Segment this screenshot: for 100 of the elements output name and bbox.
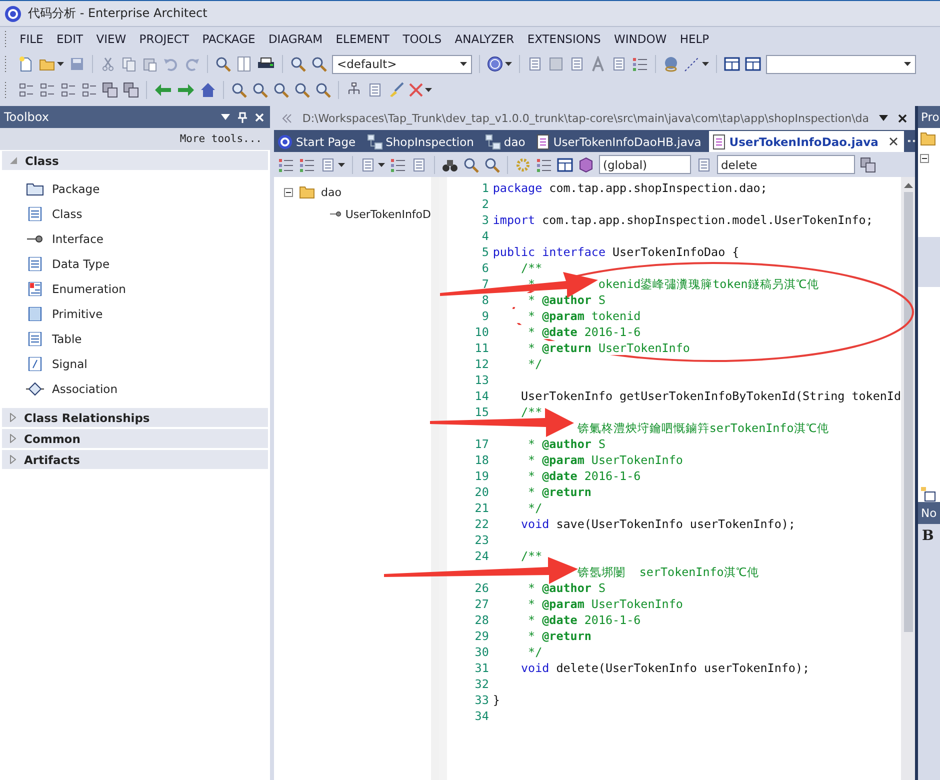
folder-icon[interactable] [920, 132, 936, 146]
scrollbar[interactable] [901, 177, 915, 780]
menu-item[interactable]: PACKAGE [196, 32, 262, 46]
document-icon[interactable] [411, 156, 427, 172]
toolbox-item[interactable]: Interface [26, 226, 270, 251]
align-icon[interactable] [39, 82, 55, 98]
arrow-left-icon[interactable] [154, 82, 172, 98]
magnifier-icon[interactable] [484, 156, 500, 172]
toolbox-item[interactable]: Table [26, 326, 270, 351]
copy-icon[interactable] [121, 56, 137, 72]
toolbox-item[interactable]: Signal [26, 351, 270, 376]
menu-item[interactable]: FILE [13, 32, 50, 46]
toolbox-item[interactable]: Data Type [26, 251, 270, 276]
menu-item[interactable]: EDIT [50, 32, 90, 46]
caret-icon[interactable] [425, 88, 432, 92]
align-icon[interactable] [60, 82, 76, 98]
caret-icon[interactable] [702, 62, 709, 66]
collapse-icon[interactable] [920, 154, 929, 163]
magnifier-icon[interactable] [215, 56, 231, 72]
list-icon[interactable] [632, 56, 648, 72]
dashed-line-icon[interactable] [684, 56, 700, 72]
document-icon[interactable] [569, 56, 585, 72]
caret-icon[interactable] [505, 62, 512, 66]
clipboard-icon[interactable] [142, 56, 158, 72]
menu-item[interactable]: TOOLS [396, 32, 448, 46]
align-icon[interactable] [18, 82, 34, 98]
profile-combo[interactable]: <default> [332, 54, 472, 74]
dropdown-icon[interactable] [221, 114, 230, 120]
menu-item[interactable]: EXTENSIONS [520, 32, 608, 46]
window-icon[interactable] [724, 56, 740, 72]
caret-icon[interactable] [338, 162, 345, 166]
help-icon[interactable] [487, 56, 503, 72]
pages-icon[interactable] [236, 56, 252, 72]
window-icon[interactable] [745, 56, 761, 72]
list-icon[interactable] [299, 156, 315, 172]
caret-icon[interactable] [57, 62, 64, 66]
document-icon[interactable] [611, 56, 627, 72]
toolbox-item[interactable]: Package [26, 176, 270, 201]
dropdown-field[interactable] [766, 54, 916, 74]
scrollbar[interactable] [918, 237, 940, 287]
group-header[interactable]: Class Relationships [2, 408, 268, 427]
caret-icon[interactable] [378, 162, 385, 166]
document-tab[interactable]: dao [482, 131, 532, 152]
scroll-up-icon[interactable] [904, 183, 912, 188]
scope-combo[interactable]: (global) [599, 155, 691, 174]
menu-item[interactable]: ANALYZER [448, 32, 521, 46]
squares-icon[interactable] [123, 82, 139, 98]
dropdown-icon[interactable] [879, 115, 888, 121]
document-tab[interactable]: ShopInspection [364, 131, 480, 152]
document-tab[interactable]: UserTokenInfoDaoHB.java [533, 131, 708, 152]
squares-icon[interactable] [860, 156, 876, 172]
magnifier-icon[interactable] [231, 82, 247, 98]
new-document-icon[interactable] [18, 56, 34, 72]
home-icon[interactable] [200, 82, 216, 98]
document-icon[interactable] [696, 156, 712, 172]
group-header[interactable]: Artifacts [2, 450, 268, 469]
member-combo[interactable]: delete [717, 155, 855, 174]
toolbox-item[interactable]: Primitive [26, 301, 270, 326]
magnifier-icon[interactable] [252, 82, 268, 98]
magnifier-icon[interactable] [290, 56, 306, 72]
caret-icon[interactable] [904, 62, 911, 66]
globe-icon[interactable] [663, 56, 679, 72]
magnifier-icon[interactable] [294, 82, 310, 98]
document-tab[interactable]: Start Page [274, 131, 362, 152]
document-icon[interactable] [367, 82, 383, 98]
toolbox-item[interactable]: Class [26, 201, 270, 226]
menu-item[interactable]: PROJECT [132, 32, 196, 46]
pin-icon[interactable] [238, 112, 247, 122]
magnifier-icon[interactable] [463, 156, 479, 172]
menu-item[interactable]: HELP [673, 32, 716, 46]
brush-icon[interactable] [388, 82, 404, 98]
menu-item[interactable]: ELEMENT [329, 32, 396, 46]
list-icon[interactable] [278, 156, 294, 172]
list-icon[interactable] [390, 156, 406, 172]
magnifier-icon[interactable] [273, 82, 289, 98]
group-header[interactable]: Class [2, 151, 268, 170]
window-icon[interactable] [557, 156, 573, 172]
align-icon[interactable] [81, 82, 97, 98]
menu-item[interactable]: DIAGRAM [262, 32, 330, 46]
tree-item[interactable]: dao [321, 186, 342, 198]
magnifier-icon[interactable] [311, 56, 327, 72]
document-tab[interactable]: UserTokenInfoDao.java [709, 131, 904, 152]
group-header[interactable]: Common [2, 429, 268, 448]
cube-icon[interactable] [578, 156, 594, 172]
close-icon[interactable] [898, 114, 907, 122]
package-icon[interactable] [920, 486, 936, 502]
squares-icon[interactable] [102, 82, 118, 98]
tree-item[interactable]: UserTokenInfoD [345, 208, 431, 220]
magnifier-icon[interactable] [315, 82, 331, 98]
document-icon[interactable] [527, 56, 543, 72]
more-tools-link[interactable]: More tools... [180, 133, 262, 145]
toolbox-item[interactable]: Association [26, 376, 270, 401]
toolbox-item[interactable]: Enumeration [26, 276, 270, 301]
arrow-right-icon[interactable] [177, 82, 195, 98]
collapse-icon[interactable] [284, 188, 293, 196]
menu-item[interactable]: WINDOW [607, 32, 674, 46]
list-icon[interactable] [536, 156, 552, 172]
double-chevron-icon[interactable] [282, 114, 292, 122]
menu-item[interactable]: VIEW [90, 32, 133, 46]
close-icon[interactable] [889, 137, 898, 146]
